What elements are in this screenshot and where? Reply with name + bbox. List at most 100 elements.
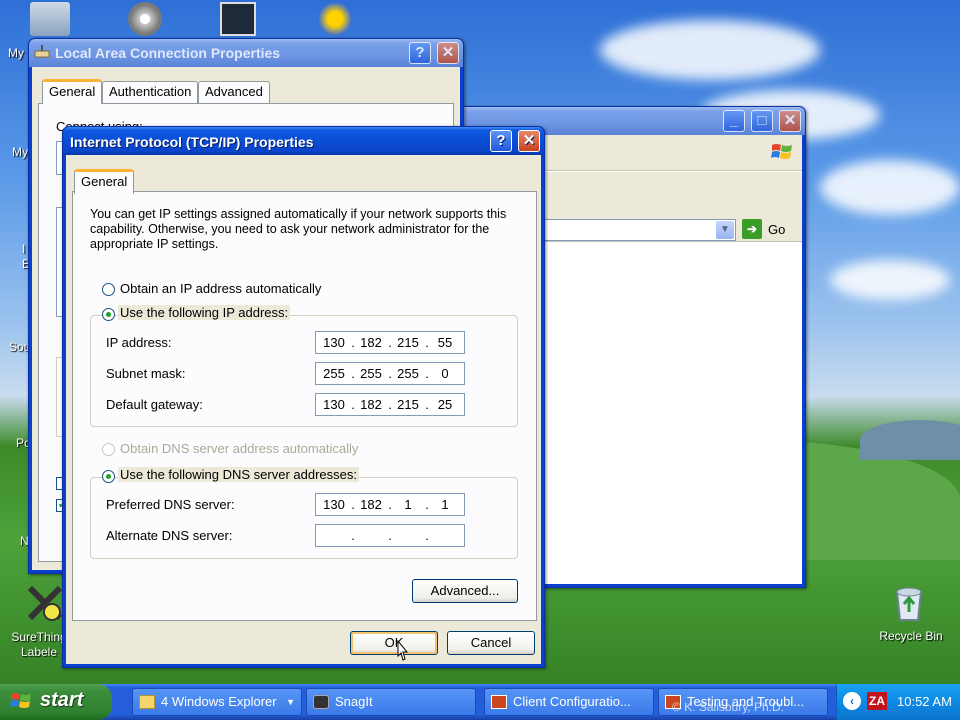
ip-dot: .	[388, 366, 392, 381]
pdns-octet-4: 1	[441, 497, 449, 512]
task-label: SnagIt	[335, 694, 373, 709]
start-button[interactable]: start	[0, 684, 112, 720]
minimize-button[interactable]: _	[723, 110, 745, 132]
cd-player-icon[interactable]	[128, 2, 162, 36]
ip-dot: .	[388, 397, 392, 412]
windows-logo-icon	[10, 691, 32, 711]
ip-dot: .	[351, 335, 355, 350]
gateway-label: Default gateway:	[106, 397, 203, 412]
tcpip-properties-dialog[interactable]: Internet Protocol (TCP/IP) Properties ? …	[62, 126, 545, 668]
ip-dot: .	[351, 366, 355, 381]
ip-auto-label[interactable]: Obtain an IP address automatically	[120, 281, 321, 296]
ip-octet-3: 215	[397, 335, 419, 350]
lac-help-button[interactable]: ?	[409, 42, 431, 64]
gateway-octet-4: 25	[437, 397, 453, 412]
lac-tab-advanced[interactable]: Advanced	[198, 81, 270, 103]
go-button[interactable]: Go	[768, 222, 785, 237]
desktop-label-my-computer[interactable]: My	[12, 145, 28, 159]
system-tray: ‹ ZA 10:52 AM	[836, 684, 960, 720]
ip-dot: .	[351, 528, 355, 543]
task-client-configuration[interactable]: Client Configuratio...	[484, 688, 654, 716]
ip-address-field[interactable]: 130 . 182 . 215 . 55	[315, 331, 465, 354]
address-dropdown-icon[interactable]: ▼	[716, 221, 734, 239]
dns-manual-label[interactable]: Use the following DNS server addresses:	[118, 467, 359, 482]
ip-dot: .	[425, 497, 429, 512]
ip-manual-radio[interactable]	[102, 308, 115, 321]
lac-tab-authentication[interactable]: Authentication	[102, 81, 199, 103]
subnet-octet-3: 255	[397, 366, 419, 381]
subnet-octet-1: 255	[323, 366, 345, 381]
subnet-octet-2: 255	[360, 366, 382, 381]
recycle-bin-icon[interactable]	[892, 584, 926, 622]
taskbar: start 4 Windows Explorer ▼ SnagIt Client…	[0, 684, 960, 720]
dns-auto-radio[interactable]	[102, 443, 115, 456]
ip-dot: .	[351, 497, 355, 512]
lac-close-button[interactable]: ✕	[437, 42, 459, 64]
maximize-button[interactable]: □	[751, 110, 773, 132]
preferred-dns-label: Preferred DNS server:	[106, 497, 235, 512]
ip-octet-1: 130	[323, 335, 345, 350]
ip-address-label: IP address:	[106, 335, 172, 350]
subnet-mask-field[interactable]: 255 . 255 . 255 . 0	[315, 362, 465, 385]
gateway-octet-2: 182	[360, 397, 382, 412]
mouse-cursor-icon	[394, 639, 410, 664]
powerpoint-icon	[491, 695, 507, 709]
tab-general[interactable]: General	[74, 169, 135, 194]
advanced-button[interactable]: Advanced...	[412, 579, 518, 603]
desktop-label-partial-i[interactable]: I	[22, 242, 25, 256]
ip-dot: .	[388, 335, 392, 350]
ip-dot: .	[388, 497, 392, 512]
clock[interactable]: 10:52 AM	[897, 694, 952, 709]
ip-dot: .	[425, 397, 429, 412]
go-arrow-icon[interactable]: ➔	[742, 219, 762, 239]
default-gateway-field[interactable]: 130 . 182 . 215 . 25	[315, 393, 465, 416]
pdns-octet-1: 130	[323, 497, 345, 512]
subnet-octet-4: 0	[441, 366, 449, 381]
tcpip-titlebar[interactable]: Internet Protocol (TCP/IP) Properties ? …	[63, 127, 544, 155]
pdns-octet-3: 1	[404, 497, 412, 512]
my-computer-icon[interactable]	[30, 2, 70, 36]
alternate-dns-field[interactable]: . . .	[315, 524, 465, 547]
ip-dot: .	[388, 528, 392, 543]
close-button[interactable]: ✕	[779, 110, 801, 132]
network-globe-icon[interactable]	[318, 2, 352, 36]
show-hidden-icons-icon[interactable]: ‹	[843, 692, 861, 710]
task-snagit[interactable]: SnagIt	[306, 688, 476, 716]
folder-icon	[139, 695, 155, 709]
task-windows-explorer[interactable]: 4 Windows Explorer ▼	[132, 688, 302, 716]
gateway-octet-3: 215	[397, 397, 419, 412]
ip-dot: .	[425, 335, 429, 350]
pdns-octet-2: 182	[360, 497, 382, 512]
description-text: You can get IP settings assigned automat…	[90, 207, 507, 251]
lac-tab-general[interactable]: General	[42, 79, 103, 104]
tcpip-title: Internet Protocol (TCP/IP) Properties	[70, 134, 314, 150]
ip-manual-label[interactable]: Use the following IP address:	[118, 305, 291, 320]
camera-icon	[313, 695, 329, 709]
inknote-icon[interactable]	[220, 2, 256, 36]
ip-octet-4: 55	[437, 335, 453, 350]
ip-auto-radio[interactable]	[102, 283, 115, 296]
surething-icon[interactable]	[26, 584, 64, 624]
lac-titlebar[interactable]: Local Area Connection Properties ? ✕	[29, 39, 463, 67]
zonealarm-icon[interactable]: ZA	[867, 692, 887, 710]
cancel-button[interactable]: Cancel	[447, 631, 535, 655]
subnet-label: Subnet mask:	[106, 366, 186, 381]
close-button[interactable]: ✕	[518, 130, 540, 152]
desktop-label-recycle-bin[interactable]: Recycle Bin	[874, 629, 948, 643]
dns-manual-radio[interactable]	[102, 470, 115, 483]
task-label: 4 Windows Explorer	[161, 694, 277, 709]
network-connection-icon	[33, 45, 51, 61]
footer-watermark: © K. Salisbury, Ph.D.	[672, 700, 784, 714]
task-label: Client Configuratio...	[513, 694, 631, 709]
windows-flag-icon	[770, 141, 794, 163]
ip-dot: .	[351, 397, 355, 412]
task-group-arrow-icon: ▼	[286, 697, 295, 707]
dns-auto-label[interactable]: Obtain DNS server address automatically	[120, 441, 358, 456]
desktop-label-my-documents[interactable]: My	[8, 46, 24, 60]
gateway-octet-1: 130	[323, 397, 345, 412]
alternate-dns-label: Alternate DNS server:	[106, 528, 233, 543]
help-button[interactable]: ?	[490, 130, 512, 152]
ip-dot: .	[425, 366, 429, 381]
preferred-dns-field[interactable]: 130 . 182 . 1 . 1	[315, 493, 465, 516]
ip-dot: .	[425, 528, 429, 543]
